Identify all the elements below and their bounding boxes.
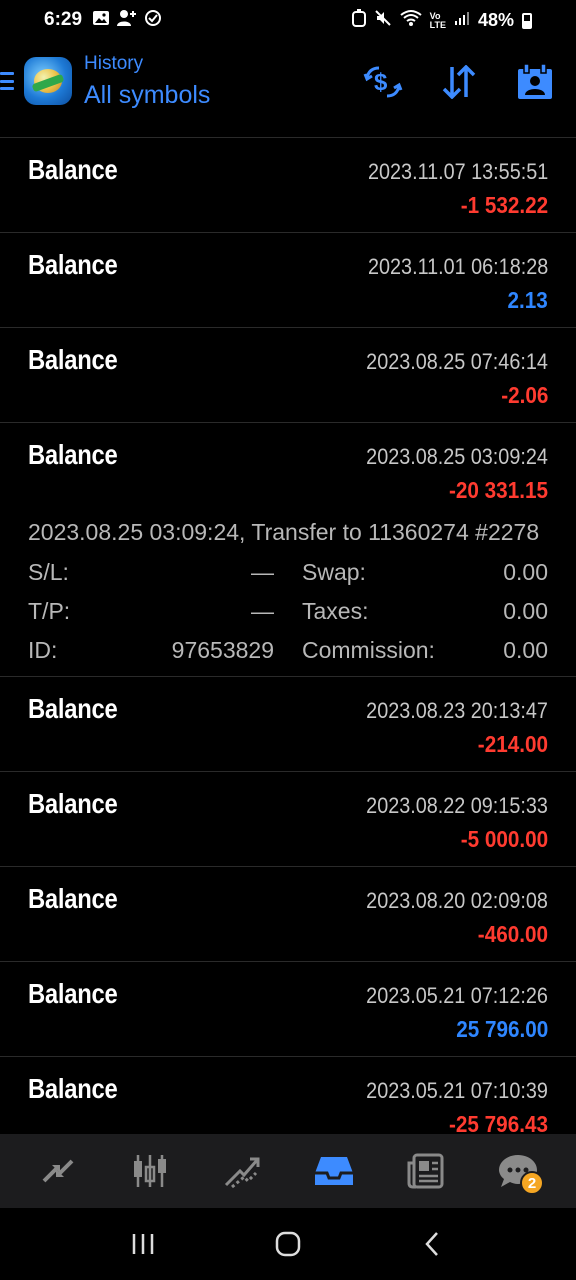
row-amount: -20 331.15 (449, 477, 548, 503)
row-time: 2023.08.22 09:15:33 (366, 793, 548, 818)
nav-chart[interactable] (120, 1141, 180, 1201)
back-icon (425, 1232, 439, 1256)
row-amount: -460.00 (477, 921, 548, 947)
history-row[interactable]: Balance 2023.08.23 20:13:47 -214.00 (0, 677, 576, 772)
recent-apps-button[interactable] (118, 1219, 168, 1269)
commission-value: 0.00 (503, 637, 548, 663)
swap-label: Swap: (302, 559, 366, 585)
header-title[interactable]: All symbols (84, 81, 210, 110)
row-type: Balance (28, 249, 118, 280)
taxes-label: Taxes: (302, 598, 369, 624)
newspaper-icon (407, 1153, 444, 1189)
nav-history[interactable] (304, 1141, 364, 1201)
mute-icon (374, 9, 392, 32)
trend-icon (224, 1157, 260, 1189)
arrows-diagonal-icon (42, 1159, 74, 1183)
menu-icon[interactable] (0, 72, 14, 90)
currency-exchange-button[interactable]: $ (362, 62, 404, 102)
row-type: Balance (28, 154, 118, 185)
row-time: 2023.08.25 03:09:24 (366, 444, 548, 469)
history-row[interactable]: Balance 2023.11.07 13:55:51 -1 532.22 (0, 138, 576, 233)
detail-comment: 2023.08.25 03:09:24, Transfer to 1136027… (28, 519, 540, 545)
history-row[interactable]: Balance 2023.11.01 06:18:28 2.13 (0, 233, 576, 328)
id-value: 97653829 (171, 637, 274, 663)
status-bar: 6:29 Vo LTE 48% (0, 0, 576, 40)
row-type: Balance (28, 978, 118, 1009)
image-icon (92, 9, 110, 32)
row-time: 2023.05.21 07:12:26 (366, 983, 548, 1008)
history-row[interactable]: Balance 2023.08.22 09:15:33 -5 000.00 (0, 772, 576, 867)
history-row[interactable]: Balance 2023.08.25 07:46:14 -2.06 (0, 328, 576, 423)
commission-label: Commission: (302, 637, 435, 663)
history-list[interactable]: Balance 2023.11.07 13:55:51 -1 532.22 Ba… (0, 138, 576, 1134)
recent-apps-icon (132, 1234, 153, 1254)
row-amount: -25 796.43 (449, 1111, 548, 1134)
row-type: Balance (28, 788, 118, 819)
row-time: 2023.11.07 13:55:51 (367, 159, 548, 184)
row-type: Balance (28, 883, 118, 914)
calendar-user-icon (518, 64, 552, 99)
dollar-exchange-icon: $ (363, 66, 403, 98)
status-system-icons: Vo LTE 48% (351, 9, 532, 32)
candlesticks-icon (134, 1155, 166, 1187)
row-type: Balance (28, 344, 118, 375)
row-amount: -5 000.00 (460, 826, 548, 852)
system-navigation-bar (0, 1208, 576, 1280)
history-row[interactable]: Balance 2023.05.21 07:12:26 25 796.00 (0, 962, 576, 1057)
row-time: 2023.08.20 02:09:08 (366, 888, 548, 913)
header-subtitle: History (84, 53, 144, 74)
home-button[interactable] (263, 1219, 313, 1269)
row-amount: -1 532.22 (460, 192, 548, 218)
volte-icon: Vo LTE (429, 10, 446, 30)
battery-percentage: 48% (477, 10, 514, 30)
signal-icon (454, 10, 470, 31)
add-user-icon (116, 9, 138, 32)
nav-news[interactable] (396, 1141, 456, 1201)
sort-arrows-icon (442, 65, 476, 99)
row-time: 2023.08.25 07:46:14 (366, 349, 548, 374)
bottom-navigation: 2 (0, 1134, 576, 1208)
id-label: ID: (28, 637, 58, 663)
app-header: History All symbols $ (0, 40, 576, 138)
row-type: Balance (28, 1073, 118, 1104)
sl-value: — (251, 559, 274, 585)
row-time: 2023.05.21 07:10:39 (366, 1078, 548, 1103)
row-time: 2023.08.23 20:13:47 (366, 698, 548, 723)
battery-icon (522, 12, 532, 29)
history-row[interactable]: Balance 2023.05.21 07:10:39 -25 796.43 (0, 1057, 576, 1134)
check-circle-icon (144, 9, 162, 32)
status-notification-icons (92, 9, 162, 32)
row-amount: -2.06 (500, 382, 548, 408)
row-time: 2023.11.01 06:18:28 (367, 254, 548, 279)
taxes-value: 0.00 (503, 598, 548, 624)
svg-text:$: $ (374, 69, 388, 96)
sort-button[interactable] (438, 62, 480, 102)
inbox-icon (315, 1157, 353, 1185)
tp-label: T/P: (28, 598, 71, 624)
history-row-expanded[interactable]: Balance 2023.08.25 03:09:24 -20 331.15 2… (0, 423, 576, 677)
nav-quotes[interactable] (28, 1141, 88, 1201)
row-type: Balance (28, 693, 118, 724)
status-time: 6:29 (44, 9, 83, 30)
home-icon (275, 1231, 301, 1257)
history-row[interactable]: Balance 2023.08.20 02:09:08 -460.00 (0, 867, 576, 962)
wifi-icon (400, 9, 422, 32)
sl-label: S/L: (28, 559, 69, 585)
app-logo[interactable] (24, 57, 72, 105)
nav-trade[interactable] (212, 1141, 272, 1201)
row-amount: 25 796.00 (455, 1016, 548, 1042)
row-amount: -214.00 (477, 731, 548, 757)
tp-value: — (251, 598, 274, 624)
back-button[interactable] (408, 1219, 458, 1269)
messages-badge: 2 (520, 1171, 544, 1195)
swap-value: 0.00 (503, 559, 548, 585)
alarm-icon (351, 9, 366, 32)
row-type: Balance (28, 439, 118, 470)
row-amount: 2.13 (507, 287, 548, 313)
calendar-button[interactable] (514, 62, 556, 102)
nav-messages[interactable]: 2 (488, 1141, 548, 1201)
header-actions: $ (362, 62, 556, 102)
